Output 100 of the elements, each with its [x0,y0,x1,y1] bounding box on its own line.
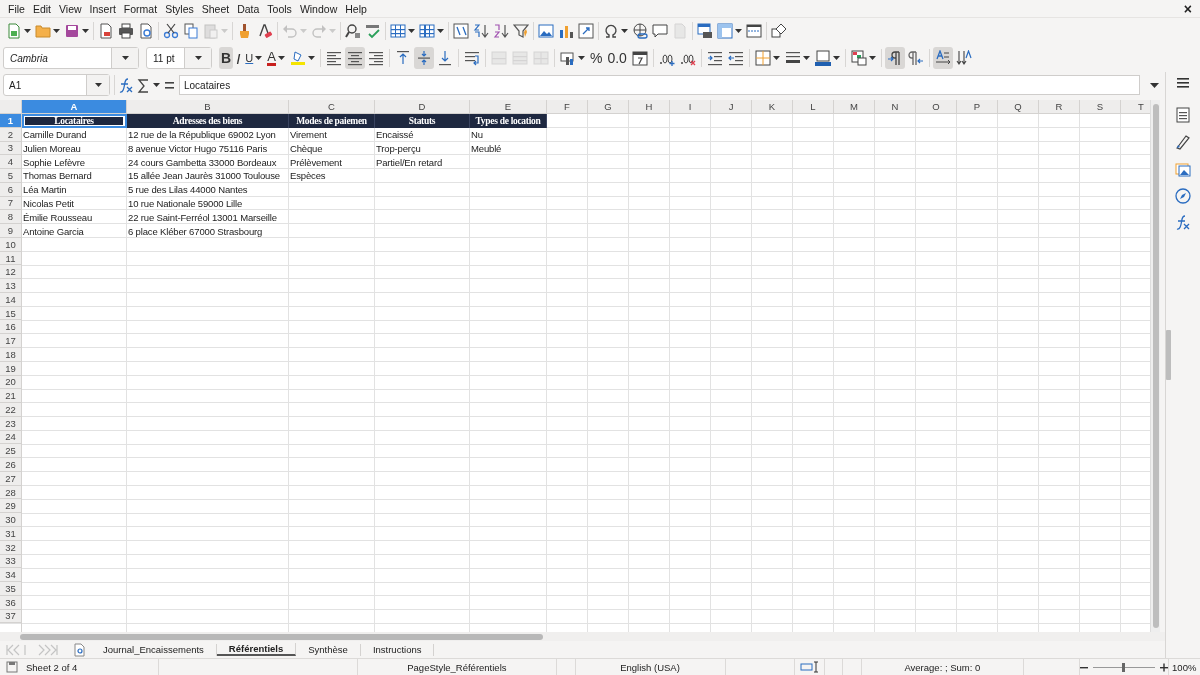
menu-item[interactable]: File [4,2,29,15]
row-header[interactable]: 26 [0,458,22,472]
formula-input[interactable]: Locataires [179,75,1140,95]
row-header[interactable]: 21 [0,389,22,404]
highlighter-icon [289,50,306,66]
caret-icon [194,56,202,60]
row-header[interactable]: 17 [0,334,22,348]
font-color-button[interactable]: A [265,47,287,69]
row-header[interactable]: 9 [0,224,22,238]
font-name-field[interactable]: Cambria [3,47,139,69]
save-icon [6,661,18,673]
function-icon[interactable] [1175,215,1191,231]
column-header[interactable]: S [1080,100,1121,114]
column-header[interactable]: J [711,100,752,114]
row-header[interactable]: 1 [0,114,22,128]
menu-item[interactable]: Data [233,2,264,15]
column-header[interactable]: A [22,100,127,114]
column-header[interactable]: E [470,100,547,114]
column-header[interactable]: M [834,100,875,114]
borders-button[interactable] [752,47,782,69]
hyperlink-button[interactable] [630,20,650,42]
print-button[interactable] [116,20,136,42]
menu-item[interactable]: Sheet [197,2,234,15]
column-header[interactable]: K [752,100,793,114]
navigator-icon[interactable] [1175,188,1191,204]
conditional-button[interactable] [848,47,878,69]
underline-button[interactable]: U [243,47,265,69]
row-header[interactable]: 8 [0,210,22,225]
selection-mode-icon [799,661,819,673]
row-header[interactable]: 22 [0,403,22,417]
split-window-icon [746,23,762,39]
table-cell: 15 allée Jean Jaurès 31000 Toulouse [128,170,280,182]
horizontal-scrollbar[interactable] [0,632,1165,641]
sheet-tab[interactable]: Référentiels [216,643,297,656]
font-size-field[interactable]: 11 pt [146,47,212,69]
menu-item[interactable]: Window [295,2,342,15]
zoom-level[interactable]: 100% [1172,661,1197,673]
menu-item[interactable]: Help [341,2,371,15]
left-to-right-button[interactable] [884,47,905,69]
border-color-button[interactable] [812,47,842,69]
omega-icon [603,23,619,39]
column-header[interactable]: G [588,100,629,114]
column-header[interactable]: L [793,100,834,114]
styles-icon[interactable] [1175,134,1191,150]
text-horizontal-button[interactable] [932,47,953,69]
table-cell: Trop-perçu [376,142,421,154]
row-header[interactable]: 12 [0,265,22,280]
menu-item[interactable]: Styles [161,2,198,15]
italic-button[interactable]: I [234,47,243,69]
column-header[interactable]: Q [998,100,1039,114]
column-header[interactable]: P [957,100,998,114]
column-header[interactable]: I [670,100,711,114]
column-header[interactable]: B [127,100,289,114]
language[interactable]: English (USA) [620,661,680,673]
column-header[interactable]: T [1121,100,1150,114]
menu-item[interactable]: Tools [263,2,296,15]
column-header[interactable]: H [629,100,670,114]
close-button[interactable]: × [1177,0,1198,17]
table-cell: 24 cours Gambetta 33000 Bordeaux [128,156,277,168]
row-header[interactable]: 35 [0,582,22,596]
sort-button[interactable] [451,20,471,42]
row-header[interactable]: 25 [0,444,22,459]
sidebar-handle-icon [1166,330,1171,380]
menu-item[interactable]: Format [119,2,162,15]
bold-button[interactable]: B [219,47,234,69]
sheet-tab[interactable]: Journal_Encaissements [91,643,217,656]
copy-button[interactable] [181,20,201,42]
sheet-tab[interactable]: Instructions [360,643,435,656]
row-header[interactable]: 5 [0,169,22,183]
row-header[interactable]: 16 [0,320,22,335]
vertical-scrollbar[interactable] [1150,100,1160,632]
row-header[interactable]: 4 [0,155,22,170]
number-button[interactable]: 0.0 [605,47,629,69]
pivot-button[interactable] [576,20,596,42]
column-header[interactable]: R [1039,100,1080,114]
column-header[interactable]: O [916,100,957,114]
column-header[interactable]: N [875,100,916,114]
row-header[interactable]: 29 [0,499,22,514]
menu-item[interactable]: View [55,2,86,15]
column-header[interactable]: C [289,100,375,114]
menu-item[interactable]: Insert [85,2,120,15]
sort-icon [453,23,469,39]
row-header[interactable]: 13 [0,279,22,293]
row-header[interactable]: 18 [0,348,22,362]
row-header[interactable]: 30 [0,513,22,527]
properties-icon[interactable] [1175,107,1191,123]
column-header[interactable]: F [547,100,588,114]
name-box[interactable]: A1 [3,74,110,96]
save-icon [64,23,80,39]
freeze-button[interactable] [715,20,744,42]
gallery-icon[interactable] [1175,161,1191,177]
align-center-button[interactable] [344,47,365,69]
shapes-icon [771,23,787,39]
column-header[interactable]: D [375,100,470,114]
align-middle-button[interactable] [413,47,434,69]
sheet-tab[interactable]: Synthèse [296,643,361,656]
menu-item[interactable]: Edit [28,2,55,15]
row-header[interactable]: 34 [0,568,22,583]
table-cell: Émilie Rousseau [23,211,93,223]
percent-button[interactable]: % [587,47,605,69]
